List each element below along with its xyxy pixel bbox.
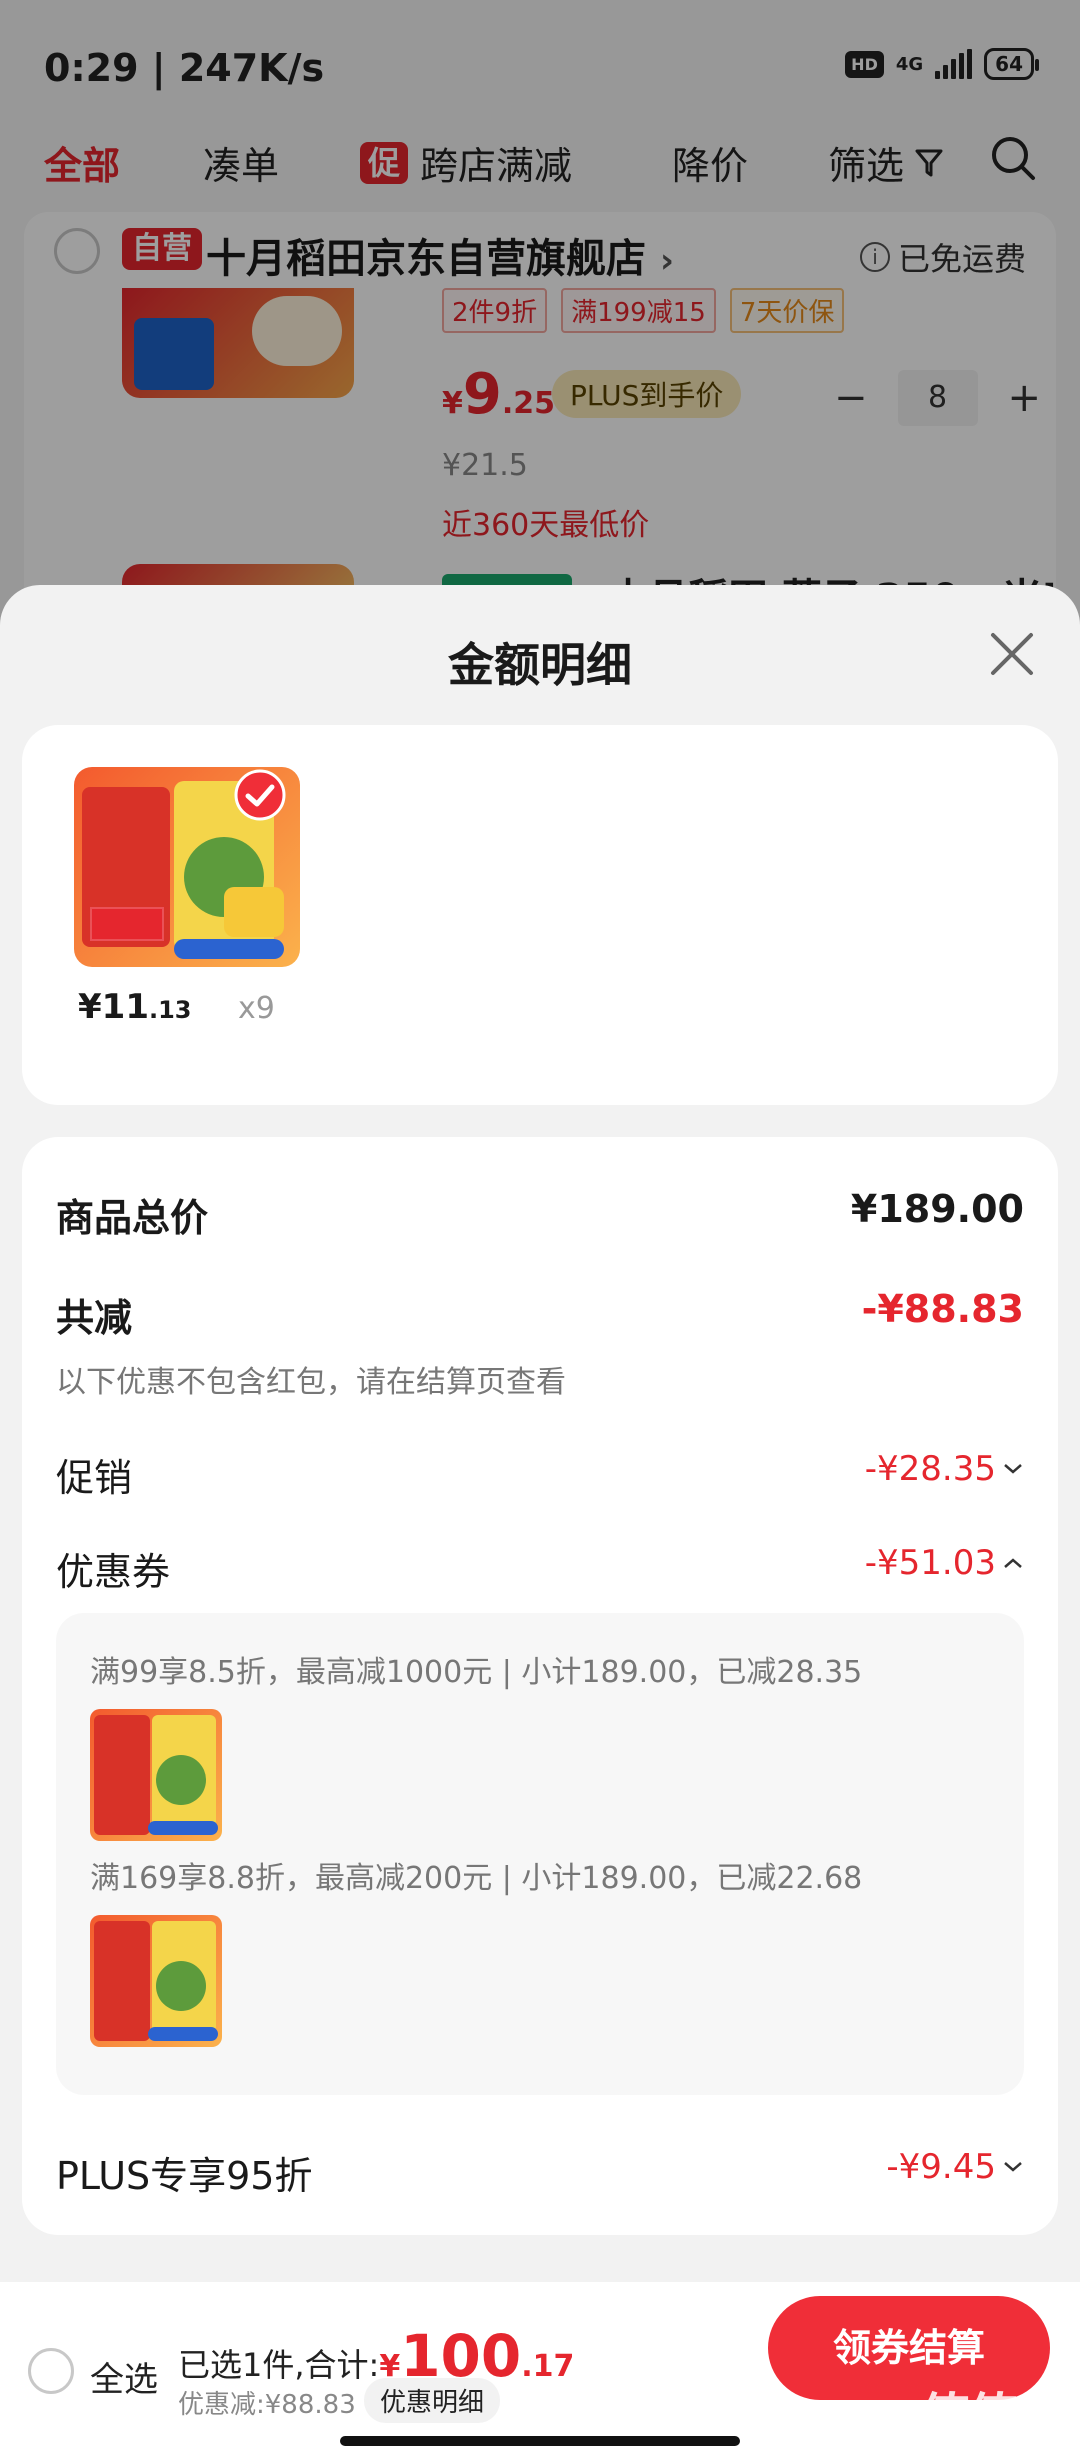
total-label: 商品总价 (56, 1196, 209, 1240)
reduce-value: -¥88.83 (861, 1287, 1024, 1331)
watermark: 值值值 zhizhizhi.com (916, 2376, 1067, 2460)
coupon-line: 满169享8.8折，最高减200元 | 小计189.00，已减22.68 (90, 1861, 863, 1896)
sheet-title: 金额明细 (448, 638, 632, 692)
total-value: ¥189.00 (850, 1187, 1024, 1231)
coupon-product-thumbnail (90, 1915, 222, 2047)
overlay-mask[interactable] (0, 0, 1080, 640)
selected-label: 已选1件,合计: (178, 2346, 380, 2384)
chevron-up-icon (1004, 1558, 1022, 1568)
promo-value: -¥28.35 (864, 1449, 996, 1489)
promo-row-toggle[interactable]: -¥28.35 (865, 1449, 1024, 1489)
home-indicator[interactable] (340, 2436, 740, 2446)
watermark-logo: 值值值 (918, 2389, 1067, 2449)
coupon-detail-box: 满99享8.5折，最高减1000元 | 小计189.00，已减28.35 满16… (56, 1613, 1024, 2095)
goods-unit-price: ¥11.13 (78, 987, 192, 1027)
coupon-row-toggle[interactable]: -¥51.03 (865, 1543, 1024, 1583)
plus-discount-label: PLUS专享95折 (56, 2154, 313, 2198)
watermark-site: zhizhizhi.com (916, 2451, 1066, 2460)
plus-row-toggle[interactable]: -¥9.45 (886, 2147, 1024, 2187)
goods-card: ¥11.13 x9 (22, 725, 1058, 1105)
check-icon (234, 769, 286, 821)
chevron-down-icon (1004, 1464, 1022, 1474)
coupon-label: 优惠券 (56, 1550, 171, 1594)
coupon-value: -¥51.03 (864, 1543, 996, 1583)
chevron-down-icon (1004, 2162, 1022, 2172)
amount-detail-sheet: 金额明细 ¥11.13 x9 商品总价 ¥189.00 共减 -¥88.83 以… (0, 585, 1080, 2460)
select-all-radio[interactable] (28, 2348, 74, 2394)
reduce-label: 共减 (56, 1296, 133, 1340)
goods-quantity: x9 (238, 991, 275, 1026)
coupon-product-thumbnail (90, 1709, 222, 1841)
price-detail-card: 商品总价 ¥189.00 共减 -¥88.83 以下优惠不包含红包，请在结算页查… (22, 1137, 1058, 2235)
close-icon[interactable] (987, 629, 1037, 679)
plus-discount-value: -¥9.45 (886, 2147, 996, 2187)
select-all-label[interactable]: 全选 (90, 2352, 158, 2401)
saved-amount: 优惠减:¥88.83 (178, 2390, 356, 2420)
discount-detail-button[interactable]: 优惠明细 (364, 2378, 501, 2423)
coupon-line: 满99享8.5折，最高减1000元 | 小计189.00，已减28.35 (90, 1655, 863, 1690)
promo-label: 促销 (56, 1456, 133, 1500)
reduce-note: 以下优惠不包含红包，请在结算页查看 (56, 1365, 566, 1400)
